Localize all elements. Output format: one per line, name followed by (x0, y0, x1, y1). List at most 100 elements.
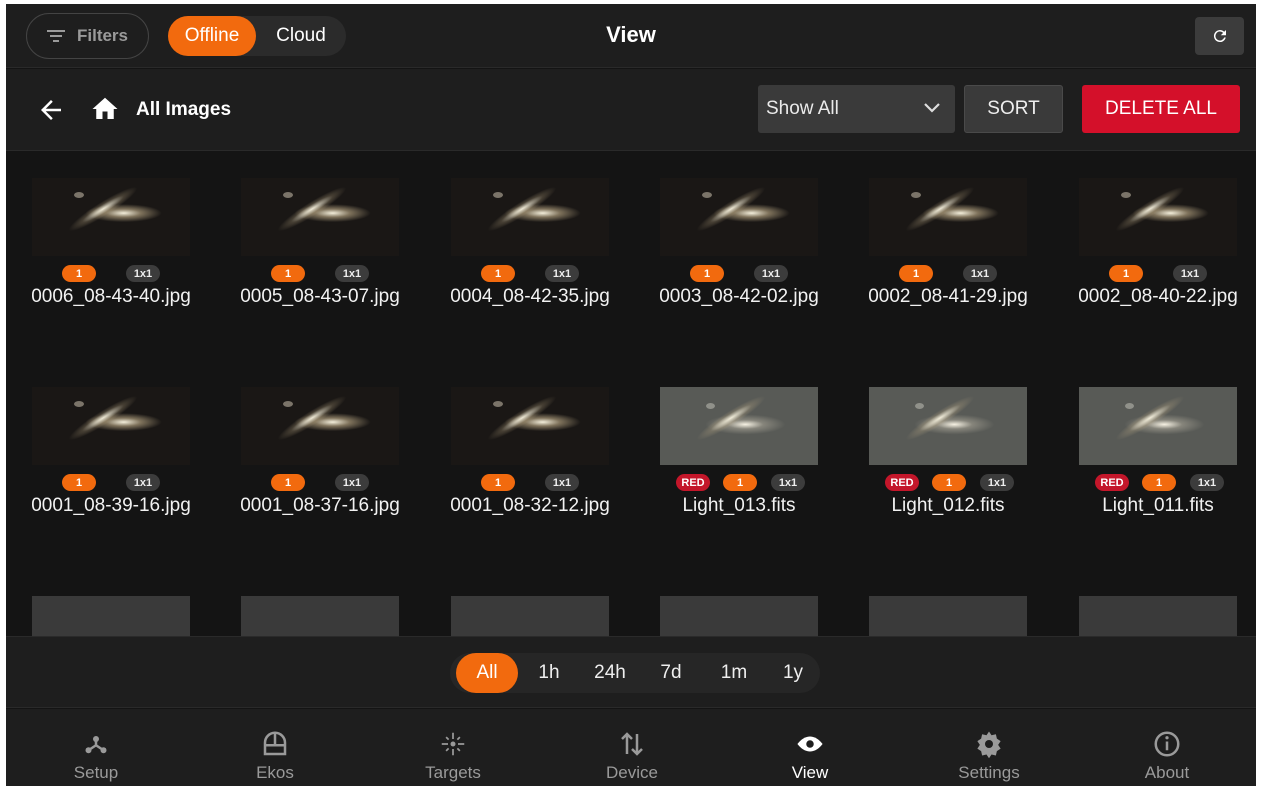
observatory-dome-icon (263, 731, 287, 756)
image-thumbnail (869, 387, 1027, 465)
image-tile[interactable]: 1 1x1 0001_08-32-12.jpg (425, 361, 635, 561)
image-tile[interactable] (634, 570, 844, 636)
image-tile[interactable] (1053, 570, 1256, 636)
count-badge: 1 (723, 474, 757, 491)
binning-badge: 1x1 (1173, 265, 1207, 282)
image-tile[interactable]: RED 1 1x1 Light_011.fits (1053, 361, 1256, 561)
refresh-icon (1213, 30, 1226, 43)
home-icon[interactable] (90, 94, 120, 124)
image-tile[interactable]: 1 1x1 0002_08-41-29.jpg (843, 152, 1053, 352)
count-badge: 1 (1109, 265, 1143, 282)
image-tile[interactable] (425, 570, 635, 636)
nav-view[interactable]: View (720, 709, 900, 786)
time-range-bar: All 1h 24h 7d 1m 1y (6, 636, 1256, 708)
image-filename: 0006_08-43-40.jpg (31, 286, 191, 307)
image-thumbnail-placeholder (1079, 596, 1237, 636)
nav-label: Settings (958, 763, 1020, 782)
binning-badge: 1x1 (545, 265, 579, 282)
nav-label: Device (606, 763, 658, 782)
count-badge: 1 (62, 265, 96, 282)
count-badge: 1 (899, 265, 933, 282)
image-filter-value: Show All (766, 98, 839, 119)
image-filename: 0004_08-42-35.jpg (450, 286, 610, 307)
range-1m[interactable]: 1m (704, 653, 764, 693)
range-24h[interactable]: 24h (580, 653, 640, 693)
range-1y[interactable]: 1y (768, 653, 818, 693)
image-filename: Light_011.fits (1102, 495, 1214, 516)
top-bar: Filters Offline Cloud View (6, 4, 1256, 68)
range-all[interactable]: All (456, 653, 518, 693)
image-toolbar: All Images Show All SORT DELETE ALL (6, 69, 1256, 151)
image-thumbnail (451, 178, 609, 256)
eye-icon (797, 736, 823, 752)
count-badge: 1 (481, 265, 515, 282)
image-grid: 1 1x1 0006_08-43-40.jpg 1 1x1 0005_08-43… (6, 152, 1256, 636)
binning-badge: 1x1 (754, 265, 788, 282)
binning-badge: 1x1 (963, 265, 997, 282)
image-filename: 0002_08-41-29.jpg (868, 286, 1028, 307)
sort-button[interactable]: SORT (964, 85, 1063, 133)
chevron-down-icon (924, 103, 940, 113)
image-tile[interactable]: 1 1x1 0002_08-40-22.jpg (1053, 152, 1256, 352)
image-tile[interactable]: RED 1 1x1 Light_012.fits (843, 361, 1053, 561)
count-badge: 1 (932, 474, 966, 491)
image-thumbnail-placeholder (32, 596, 190, 636)
image-tile[interactable] (215, 570, 425, 636)
image-tile[interactable]: RED 1 1x1 Light_013.fits (634, 361, 844, 561)
binning-badge: 1x1 (980, 474, 1014, 491)
image-tile[interactable]: 1 1x1 0006_08-43-40.jpg (6, 152, 216, 352)
refresh-button[interactable] (1195, 17, 1244, 55)
filter-badge: RED (676, 474, 710, 491)
image-filename: 0002_08-40-22.jpg (1078, 286, 1238, 307)
nav-label: Ekos (256, 763, 294, 782)
targets-icon (441, 732, 465, 756)
image-filename: 0001_08-32-12.jpg (450, 495, 610, 516)
image-thumbnail (451, 387, 609, 465)
image-filter-select[interactable]: Show All (758, 85, 955, 133)
nav-targets[interactable]: Targets (363, 709, 543, 786)
image-tile[interactable]: 1 1x1 0005_08-43-07.jpg (215, 152, 425, 352)
image-thumbnail-placeholder (241, 596, 399, 636)
range-1h[interactable]: 1h (524, 653, 574, 693)
image-tile[interactable] (6, 570, 216, 636)
setup-icon (85, 736, 107, 754)
image-filename: Light_012.fits (891, 495, 1005, 516)
transfer-arrows-icon (621, 732, 643, 756)
gear-icon (977, 731, 1001, 759)
breadcrumb: All Images (136, 99, 232, 120)
binning-badge: 1x1 (1190, 474, 1224, 491)
image-thumbnail-placeholder (660, 596, 818, 636)
image-thumbnail (241, 387, 399, 465)
nav-label: Setup (73, 763, 119, 782)
app-window: Filters Offline Cloud View All Images Sh… (6, 4, 1256, 786)
nav-device[interactable]: Device (542, 709, 722, 786)
image-thumbnail-placeholder (869, 596, 1027, 636)
binning-badge: 1x1 (335, 474, 369, 491)
image-thumbnail (241, 178, 399, 256)
filter-badge: RED (885, 474, 919, 491)
bottom-navigation: Setup Ekos Targets Device View Settings … (6, 709, 1256, 786)
image-tile[interactable]: 1 1x1 0001_08-39-16.jpg (6, 361, 216, 561)
nav-setup[interactable]: Setup (6, 709, 186, 786)
image-tile[interactable] (843, 570, 1053, 636)
delete-all-button[interactable]: DELETE ALL (1082, 85, 1240, 133)
image-thumbnail-placeholder (451, 596, 609, 636)
nav-ekos[interactable]: Ekos (185, 709, 365, 786)
info-icon (1154, 731, 1180, 757)
back-arrow-icon[interactable] (36, 95, 66, 125)
image-filename: 0001_08-37-16.jpg (240, 495, 400, 516)
nav-settings[interactable]: Settings (899, 709, 1079, 786)
image-filename: 0001_08-39-16.jpg (31, 495, 191, 516)
image-tile[interactable]: 1 1x1 0004_08-42-35.jpg (425, 152, 635, 352)
range-7d[interactable]: 7d (646, 653, 696, 693)
image-tile[interactable]: 1 1x1 0001_08-37-16.jpg (215, 361, 425, 561)
nav-label: View (791, 763, 829, 782)
count-badge: 1 (62, 474, 96, 491)
image-thumbnail (32, 387, 190, 465)
binning-badge: 1x1 (771, 474, 805, 491)
image-thumbnail (660, 178, 818, 256)
image-tile[interactable]: 1 1x1 0003_08-42-02.jpg (634, 152, 844, 352)
image-thumbnail (32, 178, 190, 256)
nav-about[interactable]: About (1077, 709, 1256, 786)
image-filename: 0003_08-42-02.jpg (659, 286, 819, 307)
